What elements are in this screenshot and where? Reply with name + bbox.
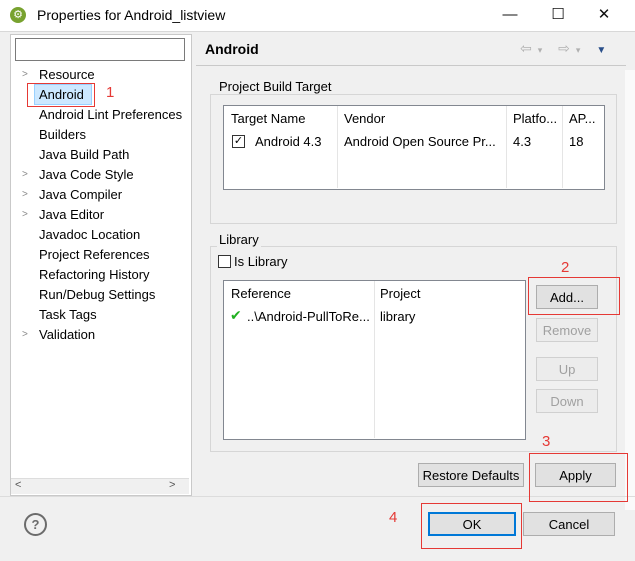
- annotation-box-2: [528, 277, 620, 315]
- tree-item-project-references[interactable]: Project References: [39, 247, 150, 262]
- target-platform-cell: 4.3: [513, 134, 532, 149]
- annotation-number-4: 4: [389, 509, 398, 526]
- library-label: Library: [217, 232, 261, 247]
- down-button[interactable]: Down: [536, 389, 598, 413]
- cancel-button[interactable]: Cancel: [523, 512, 615, 536]
- expand-arrow-icon[interactable]: >: [22, 169, 28, 180]
- column-separator: [337, 106, 338, 188]
- remove-button[interactable]: Remove: [536, 318, 598, 342]
- tree-item-java-compiler[interactable]: Java Compiler: [39, 187, 122, 202]
- annotation-number-3: 3: [542, 433, 551, 450]
- expand-arrow-icon[interactable]: >: [22, 189, 28, 200]
- forward-arrow-icon[interactable]: ⇨: [558, 40, 576, 56]
- annotation-box-3: [529, 453, 628, 502]
- minimize-button[interactable]: —: [487, 0, 533, 30]
- column-api[interactable]: AP...: [569, 111, 596, 126]
- column-vendor[interactable]: Vendor: [344, 111, 385, 126]
- forward-menu-icon[interactable]: ▾: [576, 45, 587, 55]
- target-vendor-cell: Android Open Source Pr...: [344, 134, 496, 149]
- tree-item-java-editor[interactable]: Java Editor: [39, 207, 104, 222]
- expand-arrow-icon[interactable]: >: [22, 69, 28, 80]
- target-api-cell: 18: [569, 134, 584, 149]
- tree-item-validation[interactable]: Validation: [39, 327, 95, 342]
- annotation-number-2: 2: [561, 259, 570, 276]
- tree-item-refactoring-history[interactable]: Refactoring History: [39, 267, 150, 282]
- annotation-number-1: 1: [106, 84, 115, 101]
- tree-item-java-code-style[interactable]: Java Code Style: [39, 167, 134, 182]
- tree-item-android-lint[interactable]: Android Lint Preferences: [39, 107, 182, 122]
- annotation-box-4: [421, 503, 522, 549]
- back-menu-icon[interactable]: ▾: [538, 45, 549, 55]
- column-separator: [374, 281, 375, 438]
- tree-item-resource[interactable]: Resource: [39, 67, 95, 82]
- is-library-label[interactable]: Is Library: [234, 254, 287, 269]
- target-checkbox[interactable]: ✓: [232, 135, 245, 148]
- help-icon[interactable]: ?: [24, 513, 47, 536]
- tree-item-task-tags[interactable]: Task Tags: [39, 307, 97, 322]
- page-title: Android: [205, 41, 259, 57]
- scroll-right-icon[interactable]: >: [169, 479, 175, 491]
- restore-defaults-button[interactable]: Restore Defaults: [418, 463, 524, 487]
- is-library-checkbox[interactable]: [218, 255, 231, 268]
- column-separator: [506, 106, 507, 188]
- column-separator: [562, 106, 563, 188]
- build-target-label: Project Build Target: [217, 79, 334, 94]
- expand-arrow-icon[interactable]: >: [22, 209, 28, 220]
- tree-horizontal-scrollbar[interactable]: < >: [11, 478, 189, 494]
- project-cell[interactable]: library: [380, 309, 415, 324]
- right-edge-scrollbar: [625, 70, 635, 510]
- window-title: Properties for Android_listview: [37, 7, 226, 23]
- android-adt-icon: ⚙: [10, 7, 26, 23]
- column-reference[interactable]: Reference: [231, 286, 291, 301]
- filter-input[interactable]: [15, 38, 185, 61]
- tree-item-run-debug-settings[interactable]: Run/Debug Settings: [39, 287, 155, 302]
- up-button[interactable]: Up: [536, 357, 598, 381]
- title-bar: ⚙ Properties for Android_listview — ☐ ✕: [0, 0, 635, 31]
- column-platform[interactable]: Platfo...: [513, 111, 557, 126]
- reference-cell[interactable]: ..\Android-PullToRe...: [247, 309, 370, 324]
- header-divider: [196, 65, 626, 66]
- tree-item-builders[interactable]: Builders: [39, 127, 86, 142]
- view-menu-icon[interactable]: ▼: [596, 45, 612, 56]
- check-ok-icon: ✔: [230, 307, 242, 323]
- tree-item-javadoc-location[interactable]: Javadoc Location: [39, 227, 140, 242]
- scroll-left-icon[interactable]: <: [15, 479, 21, 491]
- close-button[interactable]: ✕: [581, 0, 627, 30]
- expand-arrow-icon[interactable]: >: [22, 329, 28, 340]
- column-project[interactable]: Project: [380, 286, 420, 301]
- target-name-cell: Android 4.3: [255, 134, 322, 149]
- maximize-button[interactable]: ☐: [535, 0, 581, 30]
- back-arrow-icon[interactable]: ⇦: [520, 40, 538, 56]
- page-navigation: ⇦▾ ⇨▾ ▼: [520, 40, 612, 57]
- tree-item-java-build-path[interactable]: Java Build Path: [39, 147, 129, 162]
- annotation-box-1: [27, 83, 95, 107]
- column-target-name[interactable]: Target Name: [231, 111, 305, 126]
